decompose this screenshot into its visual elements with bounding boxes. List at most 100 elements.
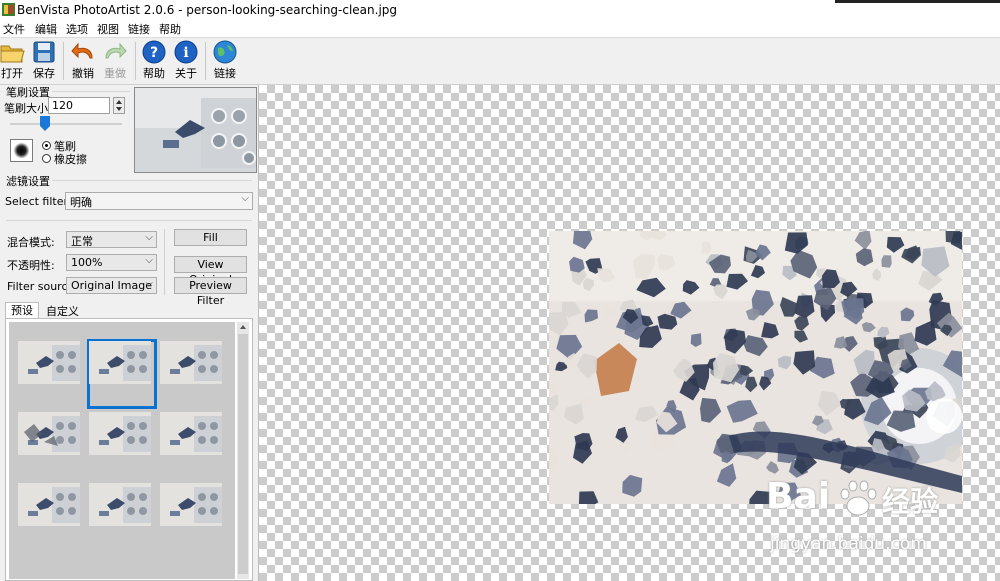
view-original-button[interactable]: View Original <box>174 256 247 286</box>
brush-size-slider-handle[interactable] <box>40 116 50 131</box>
preset-preview-image <box>18 341 80 384</box>
eraser-mode-radio[interactable] <box>42 154 51 163</box>
opacity-value: 100% <box>71 256 103 269</box>
link-label: 链接 <box>214 67 236 80</box>
brush-size-slider-track[interactable] <box>10 123 122 125</box>
preset-thumbnail[interactable] <box>18 341 80 384</box>
blend-mode-label: 混合模式: <box>7 236 55 249</box>
select-filter-label: Select filter: <box>5 195 72 208</box>
about-label: 关于 <box>175 67 197 80</box>
menu-file[interactable]: 文件 <box>3 21 25 37</box>
preset-preview-image <box>18 483 80 526</box>
menu-view[interactable]: 视图 <box>97 21 119 37</box>
laundromat-photo-image <box>135 88 256 172</box>
filter-group-title: 滤镜设置 <box>6 175 50 188</box>
chevron-down-icon: ⌵ <box>145 232 153 243</box>
group-divider <box>6 220 252 221</box>
source-thumbnail <box>134 87 257 173</box>
group-divider <box>52 180 252 181</box>
vertical-divider <box>164 229 165 295</box>
spinner-arrows-icon <box>116 100 122 111</box>
brush-group-title: 笔刷设置 <box>6 86 50 99</box>
opacity-select[interactable]: 100% ⌵ <box>66 254 157 271</box>
watermark-brand-cn: 经验 <box>882 485 939 518</box>
svg-text:i: i <box>183 45 188 61</box>
scroll-up-icon[interactable] <box>237 322 249 332</box>
preset-thumbnail[interactable] <box>89 483 151 526</box>
filter-select-value: 明确 <box>70 196 92 209</box>
preset-scrollbar[interactable] <box>237 322 249 579</box>
brush-size-spinner[interactable] <box>113 97 125 114</box>
menu-help[interactable]: 帮助 <box>159 21 181 37</box>
crystallized-photo-image <box>549 231 962 504</box>
help-button[interactable]: ? 帮助 <box>139 40 169 82</box>
menu-edit[interactable]: 编辑 <box>35 21 57 37</box>
baidu-watermark: Bai 经验 jingyan.baidu.com <box>762 472 952 567</box>
app-icon <box>2 3 15 16</box>
toolbar-separator <box>63 42 64 80</box>
filter-source-value: Original Image <box>71 279 152 292</box>
redo-arrow-icon <box>105 42 127 59</box>
scrollbar-thumb[interactable] <box>238 334 248 574</box>
help-question-icon: ? <box>142 40 166 64</box>
watermark-brand-latin: Bai <box>766 476 831 517</box>
soft-brush-icon <box>13 142 30 159</box>
fill-button[interactable]: Fill <box>174 229 247 246</box>
toolbar-separator <box>135 42 136 80</box>
save-label: 保存 <box>33 67 55 80</box>
save-button[interactable]: 保存 <box>29 40 59 82</box>
open-label: 打开 <box>1 67 23 80</box>
blend-mode-value: 正常 <box>71 235 93 248</box>
preset-thumbnail[interactable] <box>18 483 80 526</box>
tab-presets[interactable]: 预设 <box>5 302 39 318</box>
toolbar-separator <box>205 42 206 80</box>
title-bar-edge <box>835 0 1000 3</box>
group-divider <box>52 91 130 92</box>
undo-arrow-icon <box>71 42 93 59</box>
preset-preview-image <box>160 483 222 526</box>
blend-mode-select[interactable]: 正常 ⌵ <box>66 231 157 248</box>
brush-size-input[interactable]: 120 <box>48 97 110 114</box>
brush-mode-radio[interactable] <box>42 141 51 150</box>
preset-thumbnail[interactable] <box>160 341 222 384</box>
preset-thumbnail[interactable] <box>18 412 80 455</box>
filter-select[interactable]: 明确 ⌵ <box>65 192 253 210</box>
brush-preview <box>10 139 33 162</box>
redo-button[interactable]: 重做 <box>100 40 130 82</box>
undo-button[interactable]: 撤销 <box>68 40 98 82</box>
help-label: 帮助 <box>143 67 165 80</box>
preview-filter-button[interactable]: Preview Filter <box>174 277 247 307</box>
chevron-down-icon: ⌵ <box>241 193 249 204</box>
eraser-mode-label: 橡皮擦 <box>54 153 87 166</box>
window-title: BenVista PhotoArtist 2.0.6 - person-look… <box>17 3 398 17</box>
redo-label: 重做 <box>104 67 126 80</box>
brush-size-label: 笔刷大小: <box>4 102 52 115</box>
floppy-disk-icon <box>33 41 55 63</box>
opacity-label: 不透明性: <box>7 259 55 272</box>
filtered-image[interactable] <box>549 231 962 504</box>
toolbar: 打开 保存 撤销 重做 ? 帮助 i 关于 链接 <box>0 38 1000 85</box>
preset-preview-image <box>89 483 151 526</box>
menu-bar: 文件 编辑 选项 视图 链接 帮助 <box>0 20 1000 38</box>
watermark-url: jingyan.baidu.com <box>770 534 927 554</box>
baidu-paw-icon <box>840 480 877 516</box>
open-button[interactable]: 打开 <box>0 40 27 82</box>
preset-thumbnail[interactable] <box>160 483 222 526</box>
preset-preview-image <box>89 341 151 384</box>
menu-options[interactable]: 选项 <box>66 21 88 37</box>
chevron-down-icon: ⌵ <box>145 278 153 289</box>
preset-preview-image <box>89 412 151 455</box>
about-button[interactable]: i 关于 <box>171 40 201 82</box>
svg-text:?: ? <box>150 45 158 61</box>
preset-thumbnail[interactable] <box>160 412 222 455</box>
link-button[interactable]: 链接 <box>210 40 240 82</box>
preset-preview-image <box>18 412 80 455</box>
undo-label: 撤销 <box>72 67 94 80</box>
preset-thumbnail[interactable] <box>89 341 151 384</box>
menu-link[interactable]: 链接 <box>128 21 150 37</box>
preset-preview-image <box>160 341 222 384</box>
filter-source-select[interactable]: Original Image ⌵ <box>66 277 157 294</box>
globe-icon <box>213 40 237 64</box>
chevron-down-icon: ⌵ <box>145 255 153 266</box>
preset-thumbnail[interactable] <box>89 412 151 455</box>
